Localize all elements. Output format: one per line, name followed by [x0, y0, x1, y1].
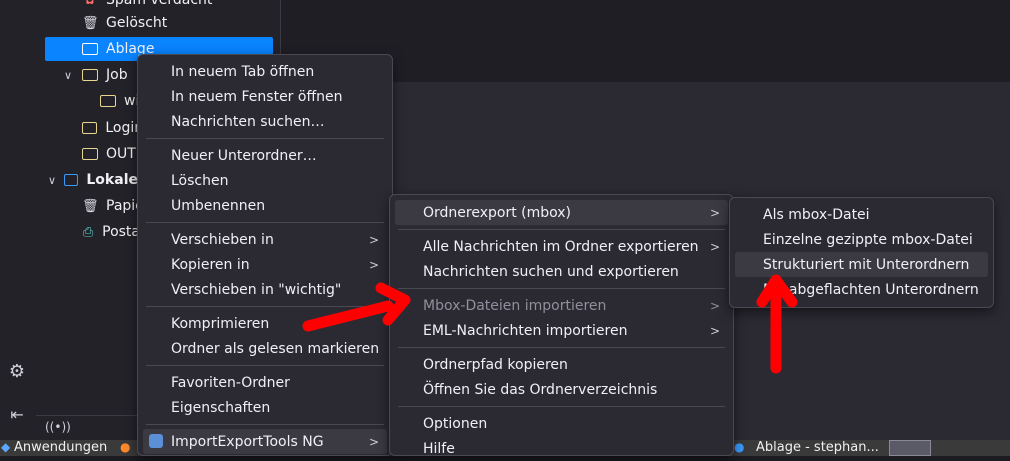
folder-item[interactable]: ⎙ Posta	[82, 220, 140, 244]
thunderbird-icon[interactable]: ●	[734, 440, 744, 454]
menuitem-open-window[interactable]: In neuem Fenster öffnen	[143, 84, 387, 109]
folder-context-menu: In neuem Tab öffnen In neuem Fenster öff…	[137, 54, 393, 456]
menu-separator	[146, 306, 384, 307]
folder-item[interactable]: wi	[100, 89, 140, 113]
menuitem-open-folder-dir[interactable]: Öffnen Sie das Ordnerverzeichnis	[395, 377, 728, 402]
folder-label: OUTI	[106, 146, 140, 162]
collapse-icon[interactable]: ⇤	[6, 405, 28, 427]
folder-item[interactable]: 🗑 Gelöscht	[82, 11, 272, 35]
menuitem-mark-read[interactable]: Ordner als gelesen markieren	[143, 336, 387, 361]
addon-icon	[149, 434, 163, 448]
chevron-right-icon: >	[368, 232, 379, 247]
menuitem-search-messages[interactable]: Nachrichten suchen…	[143, 109, 387, 134]
menuitem-compact[interactable]: Komprimieren	[143, 311, 387, 336]
account-label: Lokale	[86, 172, 138, 188]
menuitem-copy-folder-path[interactable]: Ordnerpfad kopieren	[395, 352, 728, 377]
folder-icon	[63, 174, 79, 186]
apps-menu-label[interactable]: Anwendungen	[14, 440, 107, 456]
folder-item[interactable]: 🗑 Papie	[82, 194, 144, 218]
menuitem-as-mbox[interactable]: Als mbox-Datei	[735, 202, 988, 227]
account-item[interactable]: ∨ Lokale	[48, 168, 138, 192]
menu-separator	[146, 138, 384, 139]
importexport-submenu: Ordnerexport (mbox) > Alle Nachrichten im…	[389, 194, 734, 457]
chevron-right-icon: >	[368, 434, 379, 449]
folder-label: Job	[106, 67, 128, 83]
folder-label: Logir	[105, 120, 140, 136]
apps-menu-icon[interactable]: ◆	[1, 440, 10, 454]
menuitem-importexporttools[interactable]: ImportExportTools NG >	[143, 429, 387, 454]
menuitem-favorite[interactable]: Favoriten-Ordner	[143, 370, 387, 395]
menuitem-zipped-mbox[interactable]: Einzelne gezippte mbox-Datei	[735, 227, 988, 252]
menu-separator	[398, 406, 725, 407]
folder-icon	[82, 148, 98, 160]
chevron-right-icon: >	[709, 205, 720, 220]
menuitem-move-to-wichtig[interactable]: Verschieben in "wichtig"	[143, 277, 387, 302]
menuitem-properties[interactable]: Eigenschaften	[143, 395, 387, 420]
menuitem-import-mbox[interactable]: Mbox-Dateien importieren >	[395, 293, 728, 318]
folder-label: Gelöscht	[106, 15, 168, 31]
folder-item[interactable]: OUTI	[82, 142, 140, 166]
menu-separator	[146, 365, 384, 366]
firefox-icon[interactable]: ●	[120, 440, 130, 454]
taskbar-window-label[interactable]: Ablage - stephan...	[756, 440, 879, 456]
menuitem-copy-to[interactable]: Kopieren in >	[143, 252, 387, 277]
folder-label: Posta	[102, 224, 140, 240]
menu-separator	[146, 424, 384, 425]
menu-separator	[398, 229, 725, 230]
menuitem-flattened-subfolders[interactable]: Mit abgeflachten Unterordnern	[735, 277, 988, 302]
menuitem-rename[interactable]: Umbenennen	[143, 193, 387, 218]
menuitem-import-eml[interactable]: EML-Nachrichten importieren >	[395, 318, 728, 343]
folder-item[interactable]: Logir	[82, 116, 140, 140]
spaces-toolbar: ⚙ ⇤	[0, 0, 36, 440]
menu-separator	[398, 288, 725, 289]
trash-icon: 🗑	[82, 15, 99, 31]
outbox-icon: ⎙	[82, 224, 94, 240]
taskbar-window-active[interactable]	[889, 440, 931, 456]
chevron-right-icon: >	[709, 298, 720, 313]
folder-label: Spam verdacht	[106, 0, 213, 8]
folder-icon	[82, 69, 98, 81]
menuitem-open-tab[interactable]: In neuem Tab öffnen	[143, 59, 387, 84]
folder-icon	[100, 95, 116, 107]
menuitem-search-export[interactable]: Nachrichten suchen und exportieren	[395, 259, 728, 284]
trash-icon: 🗑	[82, 198, 99, 214]
chevron-right-icon: >	[709, 323, 720, 338]
menuitem-delete[interactable]: Löschen	[143, 168, 387, 193]
folder-icon	[82, 43, 98, 55]
chevron-down-icon[interactable]: ∨	[48, 174, 60, 187]
menuitem-options[interactable]: Optionen	[395, 411, 728, 436]
menuitem-move-to[interactable]: Verschieben in >	[143, 227, 387, 252]
chevron-right-icon: >	[368, 257, 379, 272]
menuitem-new-subfolder[interactable]: Neuer Unterordner…	[143, 143, 387, 168]
menuitem-structured-subfolders[interactable]: Strukturiert mit Unterordnern	[735, 252, 988, 277]
chevron-right-icon: >	[709, 239, 720, 254]
folder-icon	[82, 122, 98, 134]
menuitem-export-all[interactable]: Alle Nachrichten im Ordner exportieren >	[395, 234, 728, 259]
online-status-icon[interactable]: ((•))	[45, 420, 71, 434]
menu-separator	[398, 347, 725, 348]
chevron-down-icon[interactable]: ∨	[64, 69, 78, 82]
menuitem-folder-export-mbox[interactable]: Ordnerexport (mbox) >	[395, 200, 728, 225]
menuitem-help[interactable]: Hilfe	[395, 436, 728, 461]
spam-icon: ✿	[84, 0, 96, 8]
mbox-export-submenu: Als mbox-Datei Einzelne gezippte mbox-Da…	[729, 197, 994, 308]
menu-separator	[146, 222, 384, 223]
folder-item[interactable]: ∨ Job	[64, 63, 144, 87]
settings-icon[interactable]: ⚙	[6, 361, 28, 383]
